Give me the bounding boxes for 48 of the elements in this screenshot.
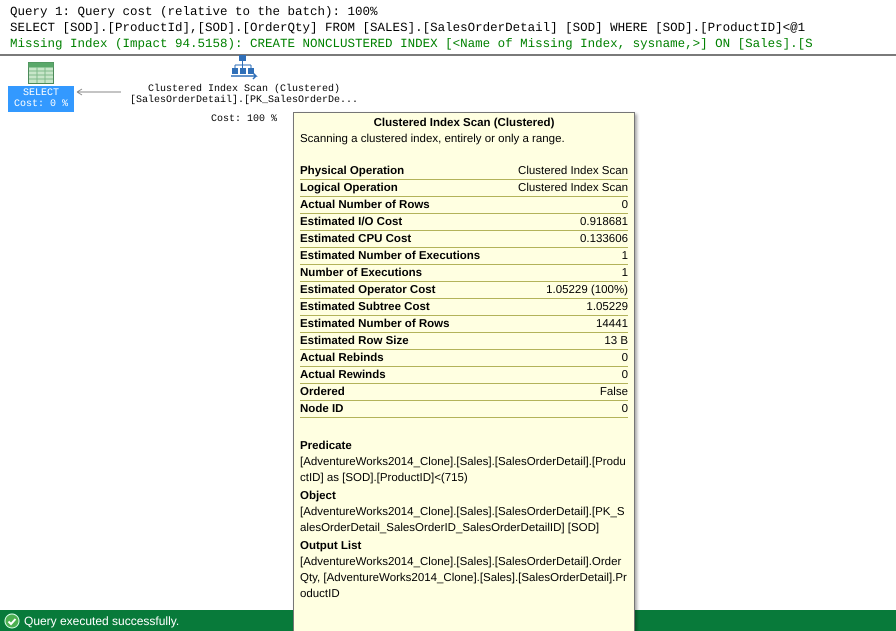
success-check-icon <box>4 612 20 628</box>
property-name: Estimated Number of Executions <box>300 249 480 264</box>
property-value: 0.133606 <box>580 232 628 247</box>
property-name: Estimated CPU Cost <box>300 232 412 247</box>
property-value: 13 B <box>604 334 628 349</box>
section-heading: Predicate <box>300 439 353 454</box>
section-heading: Output List <box>300 539 362 554</box>
missing-index-hint: Missing Index (Impact 94.5158): CREATE NONCLUSTERED INDEX [<Name of Missing Index, sysname,>] ON [Sales].[S <box>10 36 814 52</box>
property-value: 1 <box>622 249 628 264</box>
node-cost: Cost: 100 % <box>211 114 278 125</box>
property-value: 0 <box>622 368 628 383</box>
section-heading: Object <box>300 489 337 504</box>
section-text: [AdventureWorks2014_Clone].[Sales].[SalesOrderDetail].[PK_SalesOrderDetail_SalesOrderID_SalesOrderDetailID] [SOD] <box>300 505 626 536</box>
section-text: [AdventureWorks2014_Clone].[Sales].[SalesOrderDetail].[ProductID] as [SOD].[ProductID]<(715) <box>300 455 627 486</box>
query-text: SELECT [SOD].[ProductId],[SOD].[OrderQty] FROM [SALES].[SalesOrderDetail] [SOD] WHERE [SOD].[ProductID]<@1 <box>10 20 806 36</box>
property-value: 0.918681 <box>580 215 628 230</box>
property-name: Estimated Operator Cost <box>300 283 436 298</box>
property-name: Ordered <box>300 385 345 400</box>
property-name: Node ID <box>300 402 344 417</box>
property-name: Estimated Subtree Cost <box>300 300 430 315</box>
status-message: Query executed successfully. <box>24 614 180 628</box>
property-value: 0 <box>622 402 628 417</box>
property-value: 0 <box>622 351 628 366</box>
property-name: Number of Executions <box>300 266 422 281</box>
property-value: False <box>600 385 628 400</box>
property-value: 0 <box>622 198 628 213</box>
table-grid-icon <box>28 62 54 84</box>
property-name: Estimated Number of Rows <box>300 317 450 332</box>
query-text: Query 1: Query cost (relative to the batch): 100% <box>10 4 379 20</box>
property-name: Physical Operation <box>300 164 404 179</box>
index-scan-icon <box>230 54 258 80</box>
property-value: 1.05229 (100%) <box>546 283 628 298</box>
property-name: Estimated I/O Cost <box>300 215 402 230</box>
property-value: 14441 <box>596 317 628 332</box>
plan-node-label[interactable]: Clustered Index Scan (Clustered) [SalesOrderDetail].[PK_SalesOrderDe... <box>124 82 364 108</box>
property-name: Actual Rebinds <box>300 351 384 366</box>
property-name: Actual Rewinds <box>300 368 386 383</box>
property-name: Actual Number of Rows <box>300 198 430 213</box>
property-name: Estimated Row Size <box>300 334 409 349</box>
property-value: 1 <box>622 266 628 281</box>
property-value: Clustered Index Scan <box>518 164 628 179</box>
property-value: Clustered Index Scan <box>518 181 628 196</box>
tooltip-title: Clustered Index Scan (Clustered) <box>372 117 556 129</box>
property-name: Logical Operation <box>300 181 398 196</box>
property-value: 1.05229 <box>586 300 628 315</box>
tooltip-description: Scanning a clustered index, entirely or only a range. <box>300 133 566 145</box>
connector-arrow <box>76 88 122 96</box>
section-text: [AdventureWorks2014_Clone].[Sales].[SalesOrderDetail].OrderQty, [AdventureWorks2014_Clone].[Sales].[SalesOrderDetail].ProductID <box>300 555 628 602</box>
